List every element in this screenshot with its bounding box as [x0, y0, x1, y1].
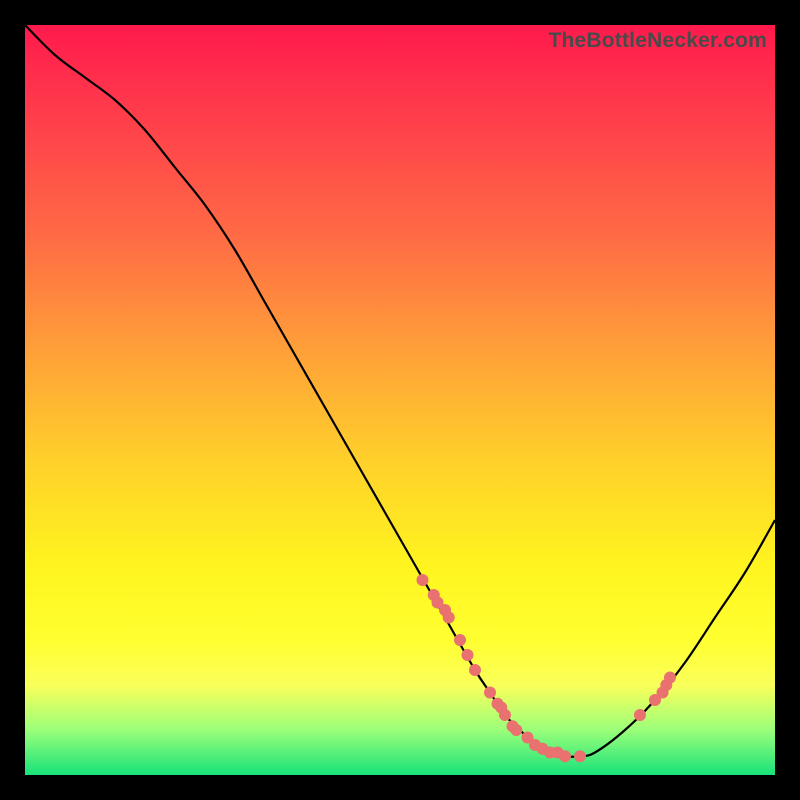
marker-point	[510, 724, 522, 736]
marker-point	[499, 709, 511, 721]
marker-point	[634, 709, 646, 721]
marker-point	[559, 750, 571, 762]
watermark-label: TheBottleNecker.com	[548, 29, 767, 53]
plot-svg	[25, 25, 775, 775]
marker-point	[443, 612, 455, 624]
marker-point	[664, 672, 676, 684]
marker-point	[454, 634, 466, 646]
marker-group	[417, 574, 677, 762]
marker-point	[484, 687, 496, 699]
marker-point	[417, 574, 429, 586]
chart-area: TheBottleNecker.com	[25, 25, 775, 775]
bottleneck-curve	[25, 25, 775, 757]
marker-point	[462, 649, 474, 661]
marker-point	[469, 664, 481, 676]
marker-point	[574, 750, 586, 762]
